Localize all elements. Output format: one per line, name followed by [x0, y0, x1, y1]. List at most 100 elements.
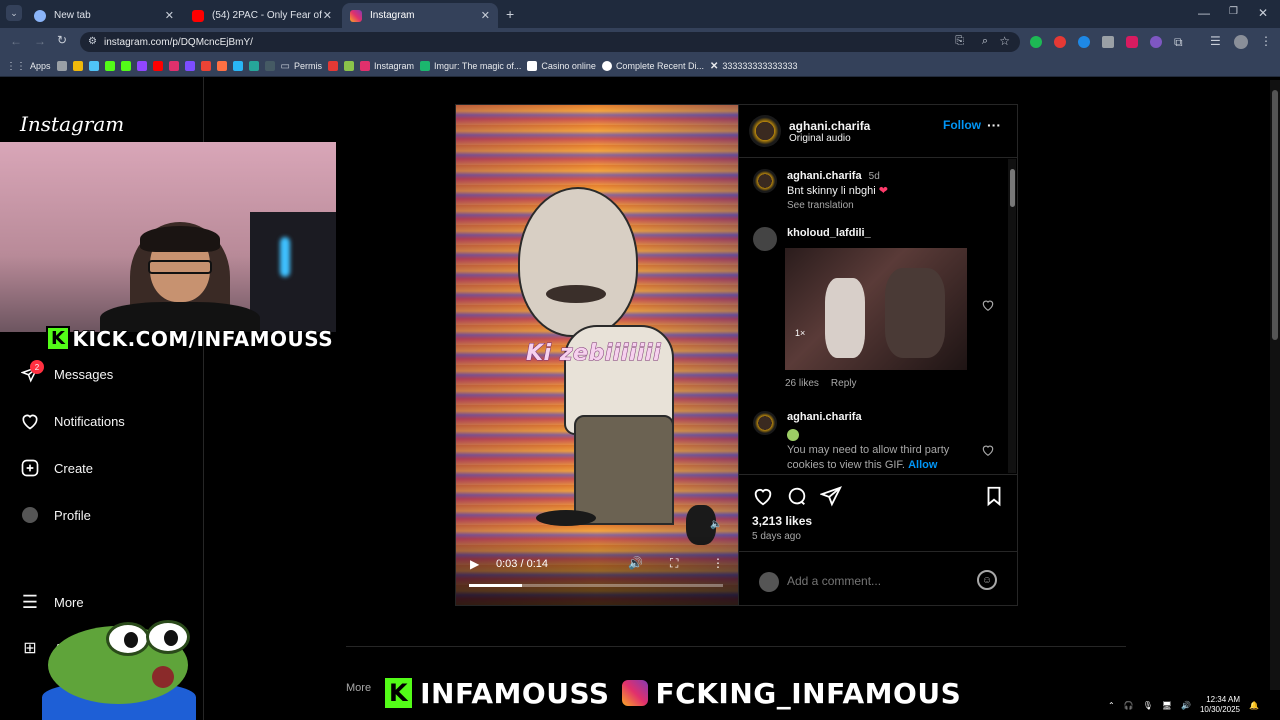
bookmark-icon-only[interactable] — [327, 61, 338, 71]
bookmark-icon-only[interactable] — [56, 61, 67, 71]
tray-overflow-icon[interactable]: ⌃ — [1108, 701, 1115, 710]
comment-likes[interactable]: 26 likes — [785, 378, 819, 389]
post-date[interactable]: 5 days ago — [752, 531, 801, 542]
emoji-picker-icon[interactable]: ☺ — [977, 570, 997, 590]
see-translation-link[interactable]: See translation — [787, 200, 854, 211]
speaker-icon[interactable]: 🔊 — [1181, 701, 1191, 710]
comment-avatar[interactable] — [753, 227, 777, 251]
like-heart-icon[interactable] — [752, 485, 774, 512]
browser-menu-icon[interactable]: ⋮ — [1260, 34, 1272, 48]
bookmark-icon-only[interactable] — [216, 61, 227, 71]
likes-count[interactable]: 3,213 likes — [752, 514, 812, 528]
extension-icon[interactable] — [1030, 36, 1042, 48]
bookmark-icon-only[interactable] — [264, 61, 275, 71]
nav-create[interactable]: Create — [20, 458, 93, 478]
add-comment-input[interactable] — [787, 571, 967, 591]
bookmark-icon-only[interactable] — [152, 61, 163, 71]
nav-messages[interactable]: 2 Messages — [20, 360, 113, 384]
bookmark-permis[interactable]: ▭ Permis — [281, 61, 322, 72]
bookmark-github[interactable]: Complete Recent Di... — [601, 61, 704, 71]
network-icon[interactable]: 🖥 — [1162, 701, 1172, 710]
comments-scrollbar[interactable] — [1008, 159, 1016, 473]
volume-icon[interactable]: 🔊 — [628, 556, 643, 570]
minimize-icon[interactable]: — — [1198, 6, 1210, 20]
notification-bell-icon[interactable]: 🔔 — [1249, 701, 1259, 710]
bookmark-icon-only[interactable] — [343, 61, 354, 71]
bookmark-icon-only[interactable] — [248, 61, 259, 71]
bookmark-apps[interactable]: ⋮⋮ Apps — [6, 61, 51, 72]
share-send-icon[interactable] — [819, 485, 842, 512]
close-tab-icon[interactable]: ✕ — [481, 9, 490, 22]
nav-notifications[interactable]: Notifications — [20, 411, 125, 431]
close-tab-icon[interactable]: ✕ — [165, 9, 174, 22]
comment-like-heart-icon[interactable] — [981, 443, 995, 462]
bookmark-icon-only[interactable] — [232, 61, 243, 71]
extension-icon[interactable] — [1126, 36, 1138, 48]
close-tab-icon[interactable]: ✕ — [323, 9, 332, 22]
author-avatar[interactable] — [749, 115, 781, 147]
back-icon[interactable]: ← — [10, 34, 22, 48]
reply-button[interactable]: Reply — [831, 378, 857, 389]
bookmark-imgur[interactable]: Imgur: The magic of... — [420, 61, 521, 71]
extension-icon[interactable] — [1054, 36, 1066, 48]
restore-icon[interactable]: ❐ — [1229, 6, 1238, 17]
comment-like-heart-icon[interactable] — [981, 298, 995, 317]
site-info-icon[interactable]: ⚙ — [88, 36, 97, 47]
address-bar[interactable]: ⚙ instagram.com/p/DQMcncEjBmY/ ⎘ ⌕ ☆ — [80, 32, 1020, 52]
bookmark-icon-only[interactable] — [120, 61, 131, 71]
follow-button[interactable]: Follow — [943, 118, 981, 132]
fullscreen-icon[interactable]: ⛶ — [670, 556, 678, 571]
reel-video[interactable]: Ki zebiiiiiii 🔈 ▶ 0:03 / 0:14 🔊 ⛶ ⋮ — [456, 105, 738, 605]
bookmark-icon-only[interactable] — [136, 61, 147, 71]
save-bookmark-icon[interactable] — [983, 485, 1005, 512]
forward-icon[interactable]: → — [34, 34, 46, 48]
play-icon[interactable]: ▶ — [470, 557, 479, 571]
original-audio-link[interactable]: Original audio — [789, 133, 870, 144]
window-close-icon[interactable]: ✕ — [1258, 6, 1268, 20]
clock[interactable]: 12:34 AM 10/30/2025 — [1200, 695, 1240, 715]
bookmark-icon-only[interactable] — [88, 61, 99, 71]
instagram-logo[interactable]: Instagram — [20, 112, 124, 136]
comment-avatar[interactable] — [753, 169, 777, 193]
comment-username[interactable]: kholoud_lafdili_ — [787, 227, 871, 239]
comment-username[interactable]: aghani.charifa — [787, 170, 862, 182]
bookmark-instagram[interactable]: Instagram — [359, 61, 414, 71]
comment-gif[interactable]: 1× — [785, 248, 967, 370]
video-menu-icon[interactable]: ⋮ — [712, 556, 724, 570]
bookmark-icon-only[interactable] — [72, 61, 83, 71]
allow-cookies-link[interactable]: Allow — [908, 459, 937, 471]
bookmark-icon-only[interactable] — [200, 61, 211, 71]
bookmark-casino[interactable]: Casino online — [527, 61, 596, 71]
bookmark-icon-only[interactable] — [104, 61, 115, 71]
page-scrollbar[interactable] — [1270, 80, 1280, 690]
install-app-icon[interactable]: ⎘ — [955, 35, 964, 48]
comment-username[interactable]: aghani.charifa — [787, 411, 967, 423]
video-progress-track[interactable] — [469, 584, 723, 587]
author-username[interactable]: aghani.charifa — [789, 119, 870, 133]
microphone-icon[interactable]: 🎙 — [1143, 701, 1153, 710]
extensions-puzzle-icon[interactable]: ⧉ — [1174, 35, 1183, 50]
profile-avatar-icon[interactable] — [1234, 35, 1248, 49]
comment-avatar[interactable] — [753, 411, 777, 435]
nav-more[interactable]: ☰ More — [20, 592, 84, 612]
zoom-icon[interactable]: ⌕ — [982, 35, 988, 48]
bookmark-icon-only[interactable] — [184, 61, 195, 71]
tab-instagram[interactable]: Instagram ✕ — [342, 3, 498, 28]
new-tab-button[interactable]: + — [506, 6, 514, 22]
side-panel-icon[interactable]: ☰ — [1210, 34, 1221, 48]
reload-icon[interactable]: ↻ — [57, 33, 67, 47]
bookmark-star-icon[interactable]: ☆ — [999, 34, 1010, 48]
post-options-icon[interactable]: ··· — [987, 117, 1001, 133]
nav-profile[interactable]: Profile — [20, 505, 91, 525]
bookmark-icon-only[interactable] — [168, 61, 179, 71]
tab-new-tab[interactable]: New tab ✕ — [26, 3, 182, 28]
page-scrollbar-thumb[interactable] — [1272, 90, 1278, 340]
bookmark-x[interactable]: ✕ 333333333333333 — [710, 61, 797, 72]
tab-search-icon[interactable]: ⌄ — [6, 5, 22, 21]
tab-youtube[interactable]: (54) 2PAC - Only Fear of Death ✕ — [184, 3, 340, 28]
scrollbar-thumb[interactable] — [1009, 169, 1015, 207]
extension-icon[interactable] — [1078, 36, 1090, 48]
headset-icon[interactable]: 🎧 — [1124, 701, 1134, 710]
extension-icon[interactable] — [1150, 36, 1162, 48]
extension-icon[interactable] — [1102, 36, 1114, 48]
